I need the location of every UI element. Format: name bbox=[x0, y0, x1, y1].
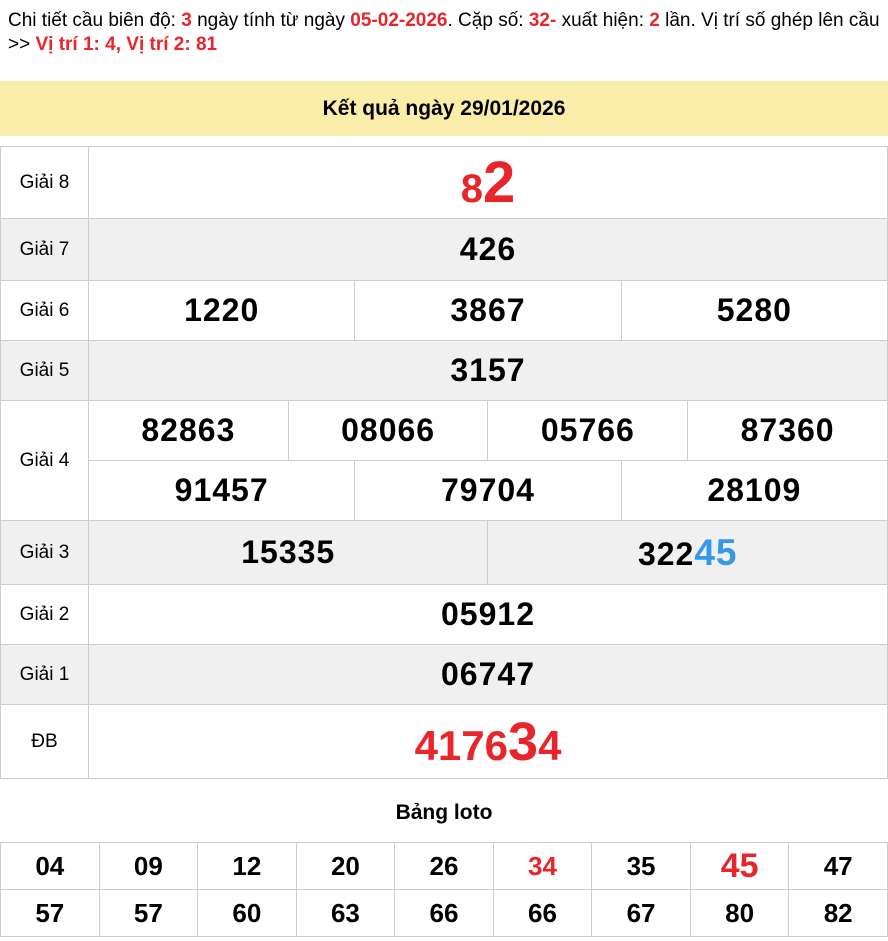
loto-row-2: 57 57 60 63 66 66 67 80 82 bbox=[0, 889, 888, 937]
loto-number: 57 bbox=[98, 889, 199, 937]
g3-digits-black: 322 bbox=[637, 535, 695, 572]
db-digits-left: 4176 bbox=[414, 721, 509, 769]
prize-value-g8: 82 bbox=[88, 146, 888, 219]
loto-number: 66 bbox=[492, 889, 593, 937]
prize-value-g4-1: 82863 bbox=[88, 400, 289, 461]
loto-number: 20 bbox=[295, 842, 396, 890]
loto-number: 57 bbox=[0, 889, 100, 937]
db-digit-right: 4 bbox=[538, 721, 562, 769]
g8-digit-big: 2 bbox=[482, 150, 516, 215]
prize-row-g1: Giải 1 06747 bbox=[0, 644, 888, 705]
prize-value-g4-4: 87360 bbox=[687, 400, 888, 461]
loto-number: 12 bbox=[197, 842, 297, 890]
prize-row-g8: Giải 8 82 bbox=[0, 146, 888, 219]
loto-number: 82 bbox=[788, 889, 888, 937]
prize-value-g3-1: 15335 bbox=[87, 520, 489, 585]
prize-label-g5: Giải 5 bbox=[0, 340, 89, 401]
info-occurrence-count: 2 bbox=[649, 10, 660, 31]
info-text-part: xuất hiện: bbox=[556, 10, 650, 31]
prize-value-g2: 05912 bbox=[88, 584, 888, 645]
prize-label-g4: Giải 4 bbox=[0, 400, 89, 521]
info-pair-number: 32- bbox=[528, 10, 557, 31]
loto-number: 45 bbox=[689, 842, 790, 890]
prize-value-g4-7: 28109 bbox=[620, 460, 888, 521]
loto-number: 04 bbox=[0, 842, 100, 890]
info-text-part: ngày tính từ ngày bbox=[191, 10, 351, 31]
result-date-banner: Kết quả ngày 29/01/2026 bbox=[0, 81, 888, 136]
loto-number: 26 bbox=[394, 842, 494, 890]
prize-row-g7: Giải 7 426 bbox=[0, 218, 888, 281]
prize-value-g4-6: 79704 bbox=[354, 460, 622, 521]
prize-row-g3: Giải 3 15335 32245 bbox=[0, 520, 888, 585]
prize-row-g4a: Giải 4 82863 08066 05766 87360 bbox=[0, 400, 888, 521]
loto-table-title: Bảng loto bbox=[395, 801, 493, 824]
db-digit-big: 3 bbox=[508, 711, 539, 772]
info-range-days: 3 bbox=[181, 10, 192, 31]
loto-number: 34 bbox=[492, 842, 593, 890]
prize-label-g7: Giải 7 bbox=[0, 218, 89, 281]
g3-digits-blue: 45 bbox=[694, 531, 738, 573]
loto-number: 80 bbox=[689, 889, 790, 937]
lottery-results-page: Chi tiết cầu biên độ: 3 ngày tính từ ngà… bbox=[0, 0, 888, 937]
info-text-part: Chi tiết cầu biên độ: bbox=[8, 10, 182, 31]
prize-label-g2: Giải 2 bbox=[0, 584, 89, 645]
loto-number: 35 bbox=[591, 842, 691, 890]
results-table: Giải 8 82 Giải 7 426 Giải 6 1220 3867 52… bbox=[0, 146, 888, 779]
prize-value-g6-3: 5280 bbox=[620, 280, 888, 341]
prize-value-g4-2: 08066 bbox=[287, 400, 489, 461]
prize-value-g3-2: 32245 bbox=[487, 520, 888, 585]
loto-number: 60 bbox=[197, 889, 297, 937]
prize-label-g3: Giải 3 bbox=[0, 520, 89, 585]
banner-title: Kết quả ngày 29/01/2026 bbox=[322, 96, 566, 120]
prize-value-g6-2: 3867 bbox=[354, 280, 622, 341]
loto-number: 67 bbox=[591, 889, 691, 937]
prize-value-g7: 426 bbox=[88, 218, 888, 281]
info-positions: Vị trí 1: 4, Vị trí 2: 81 bbox=[35, 34, 218, 55]
info-text-part: . Cặp số: bbox=[447, 10, 529, 31]
prize-row-g5: Giải 5 3157 bbox=[0, 340, 888, 401]
loto-number: 66 bbox=[394, 889, 494, 937]
prize-value-g6-1: 1220 bbox=[87, 280, 356, 341]
prize-label-g8: Giải 8 bbox=[0, 146, 89, 219]
prize-value-g5: 3157 bbox=[88, 340, 888, 401]
loto-number: 47 bbox=[788, 842, 888, 890]
prize-value-g1: 06747 bbox=[88, 644, 888, 705]
g8-digit-small: 8 bbox=[460, 167, 483, 211]
prize-row-g2: Giải 2 05912 bbox=[0, 584, 888, 645]
loto-number: 09 bbox=[98, 842, 199, 890]
loto-row-1: 04 09 12 20 26 34 35 45 47 bbox=[0, 842, 888, 890]
prize-value-g4-3: 05766 bbox=[487, 400, 689, 461]
prize-row-db: ĐB 417634 bbox=[0, 704, 888, 779]
loto-number: 63 bbox=[295, 889, 396, 937]
bridge-detail-text: Chi tiết cầu biên độ: 3 ngày tính từ ngà… bbox=[0, 0, 888, 57]
prize-row-g4b: 91457 79704 28109 bbox=[1, 460, 888, 521]
prize-value-db: 417634 bbox=[88, 704, 888, 779]
prize-label-db: ĐB bbox=[0, 704, 89, 779]
prize-value-g4-5: 91457 bbox=[87, 460, 356, 521]
loto-table: 04 09 12 20 26 34 35 45 47 57 57 60 63 6… bbox=[0, 842, 888, 937]
prize-label-g1: Giải 1 bbox=[0, 644, 89, 705]
info-start-date: 05-02-2026 bbox=[350, 10, 448, 31]
prize-label-g6: Giải 6 bbox=[0, 280, 89, 341]
prize-row-g6: Giải 6 1220 3867 5280 bbox=[0, 280, 888, 341]
